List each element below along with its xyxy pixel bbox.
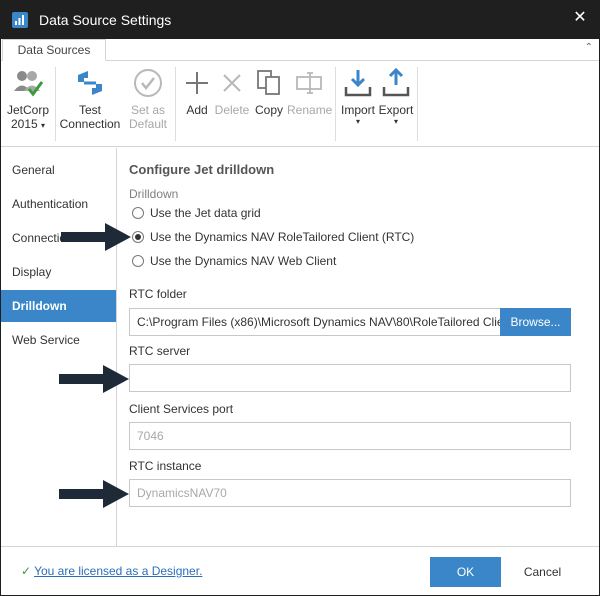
copy-label: Copy [254, 103, 283, 117]
radio-button[interactable] [132, 255, 144, 267]
set-default-label-1: Set as [130, 103, 166, 117]
datasource-dropdown-button[interactable]: JetCorp 2015 ▾ [5, 67, 51, 133]
rtc-folder-label: RTC folder [129, 287, 187, 301]
annotation-arrow-icon [59, 480, 129, 508]
sidebar-item-web-service[interactable]: Web Service [1, 324, 116, 356]
delete-button[interactable]: Delete [213, 67, 251, 117]
ribbon-divider [417, 67, 418, 141]
chevron-down-icon: ▾ [393, 117, 398, 126]
radio-label: Use the Jet data grid [150, 206, 261, 220]
page-title: Configure Jet drilldown [129, 162, 275, 177]
delete-x-icon [223, 74, 241, 92]
copy-icon [257, 70, 280, 95]
test-label-1: Test [78, 103, 101, 117]
sidebar-item-drilldown[interactable]: Drilldown [1, 290, 116, 322]
client-services-port-input[interactable]: 7046 [129, 422, 571, 450]
drilldown-group-label: Drilldown [129, 187, 179, 201]
test-connection-button[interactable]: Test Connection [58, 67, 122, 131]
export-button[interactable]: Export ▾ [377, 67, 415, 127]
import-button[interactable]: Import ▾ [339, 67, 377, 127]
radio-button-selected[interactable] [132, 231, 144, 243]
import-label: Import [340, 103, 375, 117]
rename-icon [296, 72, 322, 94]
collapse-ribbon-icon[interactable]: ⌃ [585, 42, 593, 53]
tab-data-sources[interactable]: Data Sources [2, 39, 106, 61]
set-as-default-button[interactable]: Set as Default [125, 67, 171, 131]
check-icon: ✓ [21, 564, 32, 578]
license-link[interactable]: You are licensed as a Designer. [34, 564, 202, 578]
dialog-footer: ✓ You are licensed as a Designer. OK Canc… [1, 546, 599, 595]
annotation-arrow-icon [61, 223, 131, 251]
rtc-folder-input[interactable]: C:\Program Files (x86)\Microsoft Dynamic… [129, 308, 501, 336]
app-logo-icon [12, 12, 28, 28]
set-default-label-2: Default [128, 117, 168, 131]
client-services-port-label: Client Services port [129, 402, 234, 416]
ribbon-tab-strip: Data Sources ⌃ [1, 39, 599, 61]
annotation-arrow-icon [59, 365, 129, 393]
cancel-button[interactable]: Cancel [507, 557, 578, 587]
test-label-2: Connection [59, 117, 121, 131]
rtc-instance-input[interactable]: DynamicsNAV70 [129, 479, 571, 507]
data-source-settings-window: Data Source Settings ✕ Data Sources ⌃ Je… [0, 0, 600, 596]
ribbon-divider [55, 67, 56, 141]
rename-label: Rename [287, 103, 333, 117]
close-icon[interactable]: ✕ [569, 7, 591, 29]
ok-button[interactable]: OK [430, 557, 501, 587]
radio-label: Use the Dynamics NAV Web Client [150, 254, 337, 268]
add-button[interactable]: Add [181, 67, 213, 117]
rtc-instance-label: RTC instance [129, 459, 202, 473]
window-title: Data Source Settings [39, 12, 172, 28]
plus-icon [186, 72, 208, 94]
radio-button[interactable] [132, 207, 144, 219]
rtc-server-input[interactable] [129, 364, 571, 392]
drilldown-settings-panel: Configure Jet drilldown Drilldown Use th… [118, 148, 599, 546]
export-icon [382, 67, 410, 97]
title-bar: Data Source Settings ✕ [1, 1, 599, 39]
ribbon-toolbar: JetCorp 2015 ▾ Test Connection Set as De… [1, 61, 599, 147]
license-status: ✓ You are licensed as a Designer. [21, 564, 202, 578]
import-icon [344, 70, 372, 97]
datasource-name: JetCorp [6, 103, 50, 117]
sidebar-item-authentication[interactable]: Authentication [1, 188, 116, 220]
export-label: Export [378, 103, 414, 117]
rename-button[interactable]: Rename [287, 67, 333, 117]
chevron-down-icon: ▾ [355, 117, 360, 126]
chevron-down-icon: ▾ [41, 121, 46, 130]
sidebar-item-display[interactable]: Display [1, 256, 116, 288]
check-circle-icon [134, 69, 162, 97]
browse-button[interactable]: Browse... [500, 308, 571, 336]
add-label: Add [186, 103, 208, 117]
copy-button[interactable]: Copy [253, 67, 285, 117]
datasource-year: 2015 [10, 117, 38, 131]
radio-label: Use the Dynamics NAV RoleTailored Client… [150, 230, 415, 244]
users-icon [14, 71, 44, 97]
test-connection-icon [78, 71, 102, 95]
ribbon-divider [175, 67, 176, 141]
delete-label: Delete [214, 103, 250, 117]
rtc-server-label: RTC server [129, 344, 191, 358]
ribbon-divider [335, 67, 336, 141]
sidebar-item-general[interactable]: General [1, 154, 116, 186]
